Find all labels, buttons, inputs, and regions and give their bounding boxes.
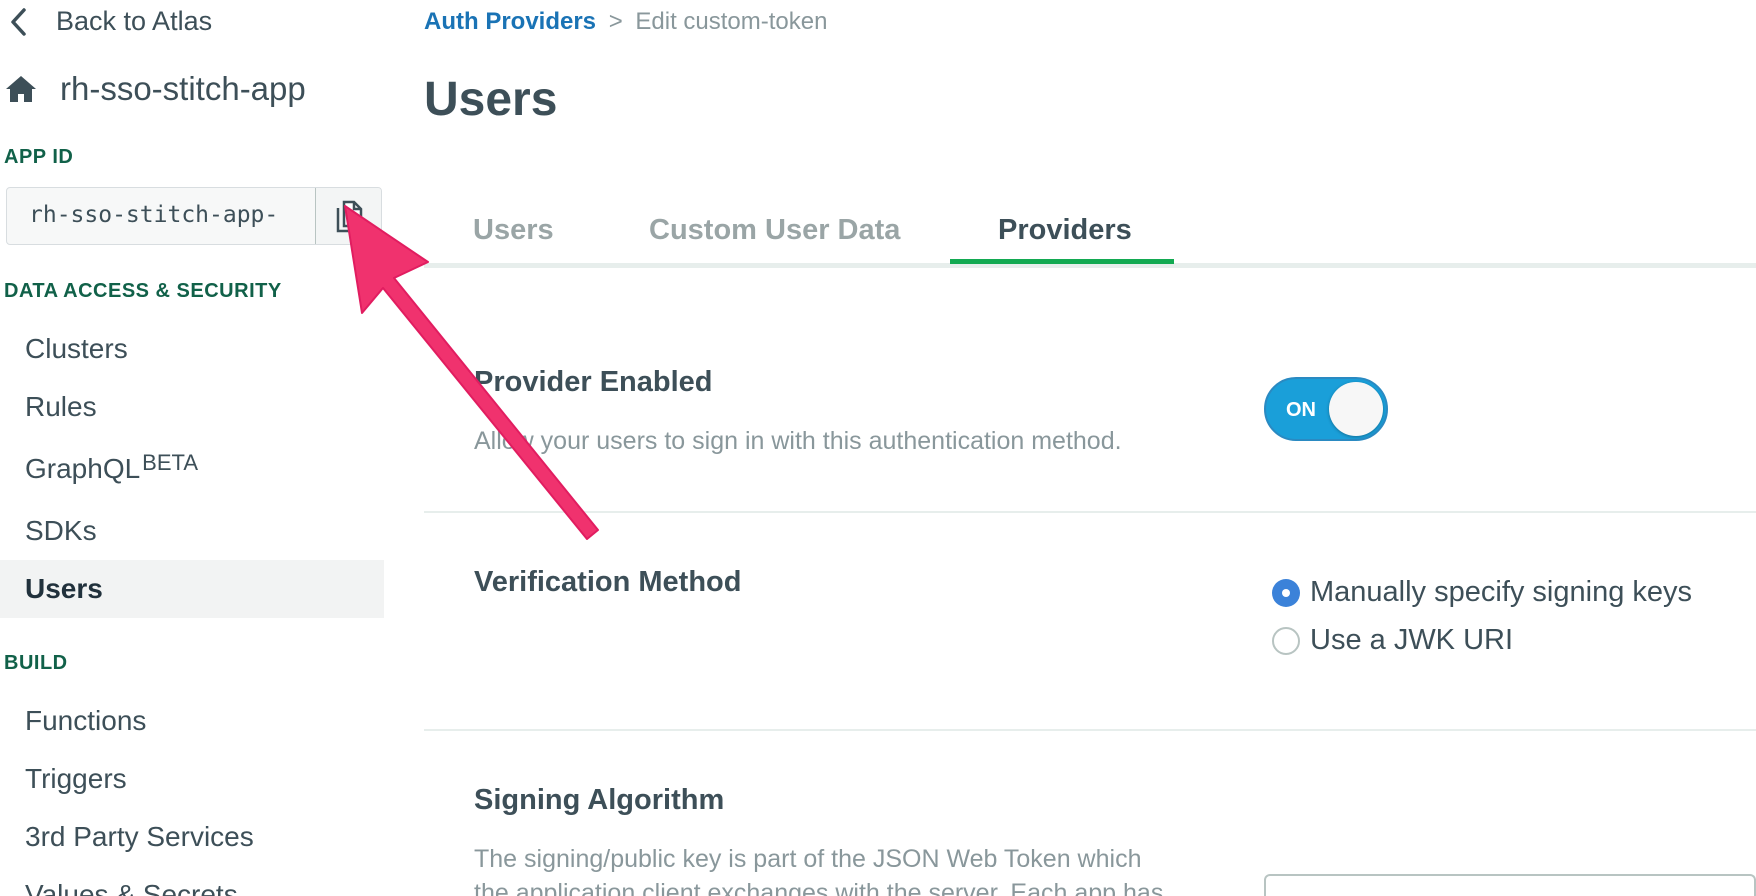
sidebar-item-label: Triggers (25, 763, 127, 794)
radio-button-checked[interactable] (1272, 578, 1300, 607)
radio-jwk-uri[interactable]: Use a JWK URI (1272, 624, 1513, 657)
app-id-field: rh-sso-stitch-app- (6, 187, 382, 245)
app-id-heading: APP ID (4, 146, 74, 168)
toggle-state-label: ON (1286, 399, 1316, 421)
page-title: Users (424, 73, 558, 126)
radio-label: Use a JWK URI (1310, 624, 1514, 656)
sidebar-item-values-secrets[interactable]: Values & Secrets (0, 866, 384, 896)
sidebar-item-label: GraphQL (25, 453, 141, 484)
toggle-knob (1329, 382, 1383, 436)
back-label: Back to Atlas (56, 6, 213, 36)
radio-button-unchecked[interactable] (1272, 626, 1300, 655)
sidebar-item-clusters[interactable]: Clusters (0, 320, 384, 378)
breadcrumb: Auth Providers > Edit custom-token (424, 8, 827, 36)
sidebar-item-rules[interactable]: Rules (0, 378, 384, 436)
tab-users[interactable]: Users (473, 214, 554, 247)
signing-algorithm-description-line1: The signing/public key is part of the JS… (474, 845, 1142, 873)
sidebar-item-label: Users (25, 573, 103, 604)
sidebar-item-3rd-party-services[interactable]: 3rd Party Services (0, 808, 384, 866)
app-id-value: rh-sso-stitch-app- (29, 202, 279, 228)
signing-algorithm-description-line2: the application client exchanges with th… (474, 879, 1164, 896)
breadcrumb-separator: > (608, 8, 623, 35)
signing-algorithm-title: Signing Algorithm (474, 784, 725, 816)
copy-icon (336, 200, 362, 233)
section-divider (424, 729, 1756, 731)
radio-manual-signing-keys[interactable]: Manually specify signing keys (1272, 576, 1692, 609)
sidebar-item-users[interactable]: Users (0, 560, 384, 618)
radio-label: Manually specify signing keys (1310, 576, 1693, 608)
sidebar-item-sdks[interactable]: SDKs (0, 502, 384, 560)
active-tab-indicator (950, 259, 1174, 264)
home-icon (6, 76, 36, 102)
sidebar-item-label: Values & Secrets (25, 879, 238, 896)
back-to-atlas-link[interactable]: Back to Atlas (8, 6, 212, 37)
provider-enabled-toggle[interactable]: ON (1264, 377, 1388, 441)
sidebar: Back to Atlas rh-sso-stitch-app APP ID r… (0, 0, 384, 896)
sidebar-item-label: Clusters (25, 333, 128, 364)
provider-enabled-description: Allow your users to sign in with this au… (474, 427, 1122, 455)
chevron-left-icon (11, 7, 26, 36)
sidebar-item-triggers[interactable]: Triggers (0, 750, 384, 808)
sidebar-item-label: SDKs (25, 515, 97, 546)
tab-bar: Users Custom User Data Providers (424, 200, 1756, 268)
sidebar-item-label: Functions (25, 705, 147, 736)
sidebar-item-label: Rules (25, 391, 97, 422)
tab-providers[interactable]: Providers (998, 214, 1132, 247)
sidebar-item-graphql[interactable]: GraphQL BETA (0, 440, 384, 498)
build-heading: BUILD (4, 652, 68, 674)
app-name: rh-sso-stitch-app (4, 70, 306, 108)
breadcrumb-auth-providers-link[interactable]: Auth Providers (424, 8, 596, 35)
section-divider (424, 511, 1756, 513)
breadcrumb-current: Edit custom-token (635, 8, 828, 35)
copy-app-id-button[interactable] (315, 188, 381, 244)
sidebar-item-label: 3rd Party Services (25, 821, 254, 852)
tab-custom-user-data[interactable]: Custom User Data (649, 214, 900, 247)
provider-enabled-title: Provider Enabled (474, 366, 713, 398)
app-name-label: rh-sso-stitch-app (60, 70, 306, 107)
data-access-heading: DATA ACCESS & SECURITY (4, 280, 282, 302)
verification-method-title: Verification Method (474, 566, 742, 598)
beta-badge: BETA (142, 450, 198, 475)
sidebar-item-functions[interactable]: Functions (0, 692, 384, 750)
signing-algorithm-select[interactable] (1264, 874, 1756, 896)
